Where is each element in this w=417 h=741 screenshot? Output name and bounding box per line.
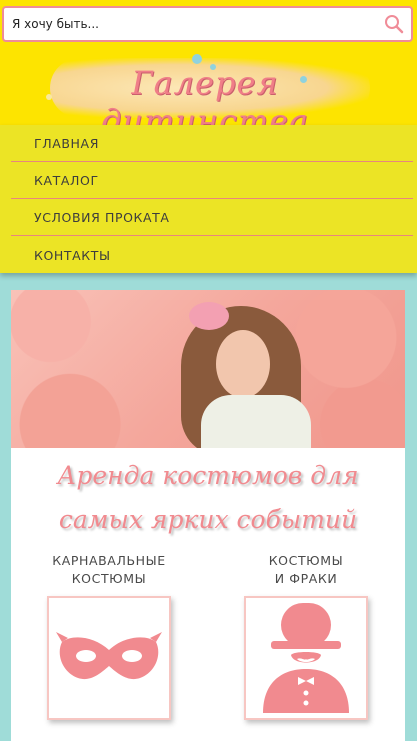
nav-item-contacts[interactable]: КОНТАКТЫ bbox=[11, 237, 413, 273]
title-line-1: Аренда костюмов для bbox=[57, 461, 359, 490]
hero-girl-bow bbox=[189, 302, 229, 330]
title-line-2: самых ярких событий bbox=[58, 505, 358, 534]
hero-girl-dress bbox=[201, 395, 311, 448]
category-label-suits[interactable]: КОСТЮМЫ И ФРАКИ bbox=[211, 552, 401, 588]
main-navigation: ГЛАВНАЯ КАТАЛОГ УСЛОВИЯ ПРОКАТА КОНТАКТЫ bbox=[0, 125, 417, 273]
search-button[interactable] bbox=[381, 11, 407, 37]
category-tile-carnival[interactable] bbox=[47, 596, 171, 720]
content-card: Аренда костюмов для самых ярких событий … bbox=[11, 290, 405, 741]
category-label-carnival[interactable]: КАРНАВАЛЬНЫЕ КОСТЮМЫ bbox=[14, 552, 204, 588]
search-icon bbox=[385, 15, 404, 34]
nav-item-label: КОНТАКТЫ bbox=[34, 247, 111, 263]
search-input[interactable] bbox=[12, 14, 372, 34]
nav-item-label: КАТАЛОГ bbox=[34, 173, 99, 188]
logo-dot bbox=[192, 54, 202, 64]
nav-item-label: ГЛАВНАЯ bbox=[34, 136, 99, 151]
search-bar bbox=[2, 6, 413, 42]
site-header: Галерея дитинства bbox=[0, 0, 417, 140]
hero-banner-image bbox=[11, 290, 405, 448]
carnival-mask-icon bbox=[56, 632, 162, 680]
category-label-line: КОСТЮМЫ bbox=[268, 553, 344, 568]
hero-girl-face bbox=[216, 330, 270, 398]
gentleman-icon bbox=[263, 603, 349, 713]
nav-item-home[interactable]: ГЛАВНАЯ bbox=[11, 126, 413, 162]
nav-item-catalog[interactable]: КАТАЛОГ bbox=[11, 163, 413, 199]
category-tile-suits[interactable] bbox=[244, 596, 368, 720]
nav-item-rental-terms[interactable]: УСЛОВИЯ ПРОКАТА bbox=[11, 200, 413, 236]
category-label-line: И ФРАКИ bbox=[274, 571, 338, 586]
site-logo[interactable]: Галерея дитинства bbox=[40, 50, 370, 140]
nav-item-label: УСЛОВИЯ ПРОКАТА bbox=[34, 210, 170, 225]
page-title: Аренда костюмов для самых ярких событий bbox=[11, 454, 405, 542]
category-label-line: КОСТЮМЫ bbox=[71, 571, 147, 586]
category-label-line: КАРНАВАЛЬНЫЕ bbox=[52, 553, 166, 568]
